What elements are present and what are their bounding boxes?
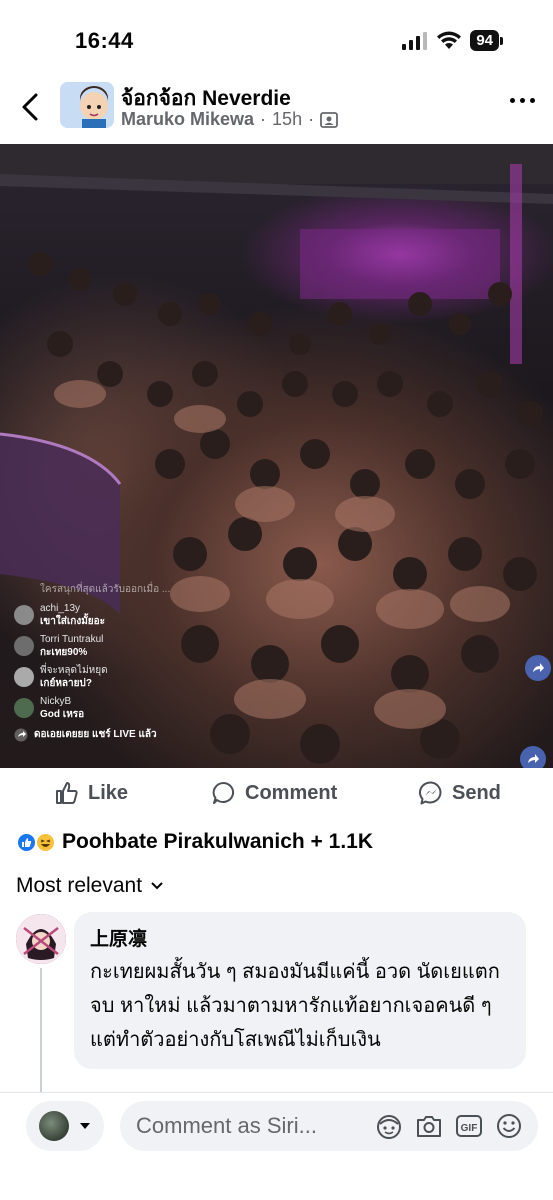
- more-dot: [510, 98, 515, 103]
- comment-sort-dropdown[interactable]: Most relevant: [16, 874, 164, 898]
- like-reaction-icon: [16, 831, 37, 853]
- status-icons: 94: [402, 30, 503, 51]
- live-comment-text: เกย์หลายบ่?: [40, 678, 92, 689]
- cartoon-child-avatar-icon: [60, 82, 114, 128]
- comment-bubble-icon: [212, 781, 235, 804]
- reactions-text: Poohbate Pirakulwanich + 1.1K: [62, 830, 374, 853]
- comment-composer: Comment as Siri... GIF: [0, 1092, 553, 1200]
- commenter-avatar: [14, 636, 34, 656]
- svg-text:GIF: GIF: [461, 1123, 478, 1134]
- back-arrow-icon[interactable]: [18, 92, 44, 122]
- comment-label: Comment: [245, 781, 338, 804]
- more-dot: [520, 98, 525, 103]
- live-comment-name: NickyB: [40, 696, 72, 707]
- more-options-icon[interactable]: [510, 98, 535, 103]
- live-comment-name: achi_13y: [40, 603, 81, 614]
- live-comment-text: กะเทย90%: [40, 647, 88, 658]
- battery-tip: [500, 36, 503, 45]
- post-actions: Like Comment Send: [0, 768, 553, 820]
- live-comment-text: เขาใส่เกงมั้ยอะ: [40, 616, 106, 627]
- anime-avatar-icon: [16, 914, 66, 964]
- thread-line: [40, 968, 42, 1098]
- like-button[interactable]: Like: [54, 780, 128, 806]
- haha-reaction-icon: [35, 831, 56, 853]
- thumbs-up-icon: [56, 782, 78, 804]
- page-avatar[interactable]: [60, 82, 114, 128]
- avatar-sticker-icon[interactable]: [374, 1112, 404, 1140]
- live-comment: achi_13y เขาใส่เกงมั้ยอะ: [14, 603, 314, 628]
- commenter-avatar: [14, 667, 34, 687]
- status-bar: 16:44 94: [0, 0, 553, 78]
- signal-icon: [402, 31, 428, 50]
- live-comment-text: God เหรอ: [40, 709, 85, 720]
- video-share-icon[interactable]: [525, 655, 551, 681]
- live-comment: Torri Tuntrakul กะเทย90%: [14, 634, 314, 659]
- post-header: จ้อกจ้อก Neverdie Maruko Mikewa · 15h ·: [0, 78, 553, 142]
- commenter-avatar: [14, 605, 34, 625]
- live-comment-faded: ใครสนุกที่สุดแล้วรับออกเมื่อ ...: [40, 584, 171, 595]
- status-time: 16:44: [75, 28, 134, 53]
- post-meta: Maruko Mikewa · 15h ·: [121, 109, 338, 130]
- reactions-summary[interactable]: Poohbate Pirakulwanich + 1.1K: [16, 830, 373, 854]
- send-button[interactable]: Send: [418, 780, 501, 806]
- comment-author[interactable]: 上原凛: [90, 924, 512, 951]
- send-label: Send: [452, 781, 501, 804]
- gif-icon[interactable]: GIF: [454, 1112, 484, 1140]
- camera-icon[interactable]: [414, 1112, 444, 1140]
- like-label: Like: [88, 781, 129, 804]
- author-name[interactable]: Maruko Mikewa: [121, 109, 254, 130]
- composer-tools: GIF: [374, 1112, 524, 1140]
- profile-switcher[interactable]: [26, 1101, 104, 1151]
- comment-button[interactable]: Comment: [211, 780, 337, 806]
- commenter-avatar[interactable]: [16, 914, 66, 964]
- live-video[interactable]: ใครสนุกที่สุดแล้วรับออกเมื่อ ... achi_13…: [0, 144, 553, 768]
- comment-text: กะเทยผมสั้นวัน ๆ สมองมันมีแค่นี้ อวด นัด…: [90, 961, 500, 1051]
- current-user-avatar: [39, 1111, 69, 1141]
- live-comment: พี่จะหลุดไม่หยุด เกย์หลายบ่?: [14, 665, 314, 690]
- meta-separator-2: ·: [308, 109, 315, 129]
- live-comment-name: Torri Tuntrakul: [40, 634, 104, 645]
- messenger-icon: [418, 781, 442, 805]
- comment-bubble[interactable]: 上原凛 กะเทยผมสั้นวัน ๆ สมองมันมีแค่นี้ อวด…: [74, 912, 526, 1069]
- chevron-down-icon: [151, 882, 163, 890]
- sort-label: Most relevant: [16, 874, 143, 897]
- live-comment-name: พี่จะหลุดไม่หยุด: [40, 665, 108, 676]
- caret-down-icon: [80, 1123, 90, 1129]
- commenter-avatar: [14, 698, 34, 718]
- group-privacy-icon: [320, 111, 338, 128]
- meta-separator: ·: [260, 109, 267, 129]
- emoji-icon[interactable]: [494, 1112, 524, 1140]
- live-share-line: ดอเอยเตยยย แชร์ LIVE แล้ว: [14, 727, 314, 742]
- live-share-text: ดอเอยเตยยย แชร์ LIVE แล้ว: [34, 729, 157, 740]
- post-time[interactable]: 15h: [272, 109, 302, 130]
- live-comment: NickyB God เหรอ: [14, 696, 314, 721]
- share-arrow-icon: [14, 728, 28, 741]
- live-comments-overlay: ใครสนุกที่สุดแล้วรับออกเมื่อ ... achi_13…: [14, 582, 314, 742]
- battery-level: 94: [470, 30, 499, 51]
- comment-placeholder: Comment as Siri...: [136, 1113, 317, 1138]
- comment-input[interactable]: Comment as Siri... GIF: [120, 1101, 538, 1151]
- video-share-icon-2[interactable]: [520, 746, 546, 768]
- wifi-icon: [437, 31, 462, 49]
- more-dot: [530, 98, 535, 103]
